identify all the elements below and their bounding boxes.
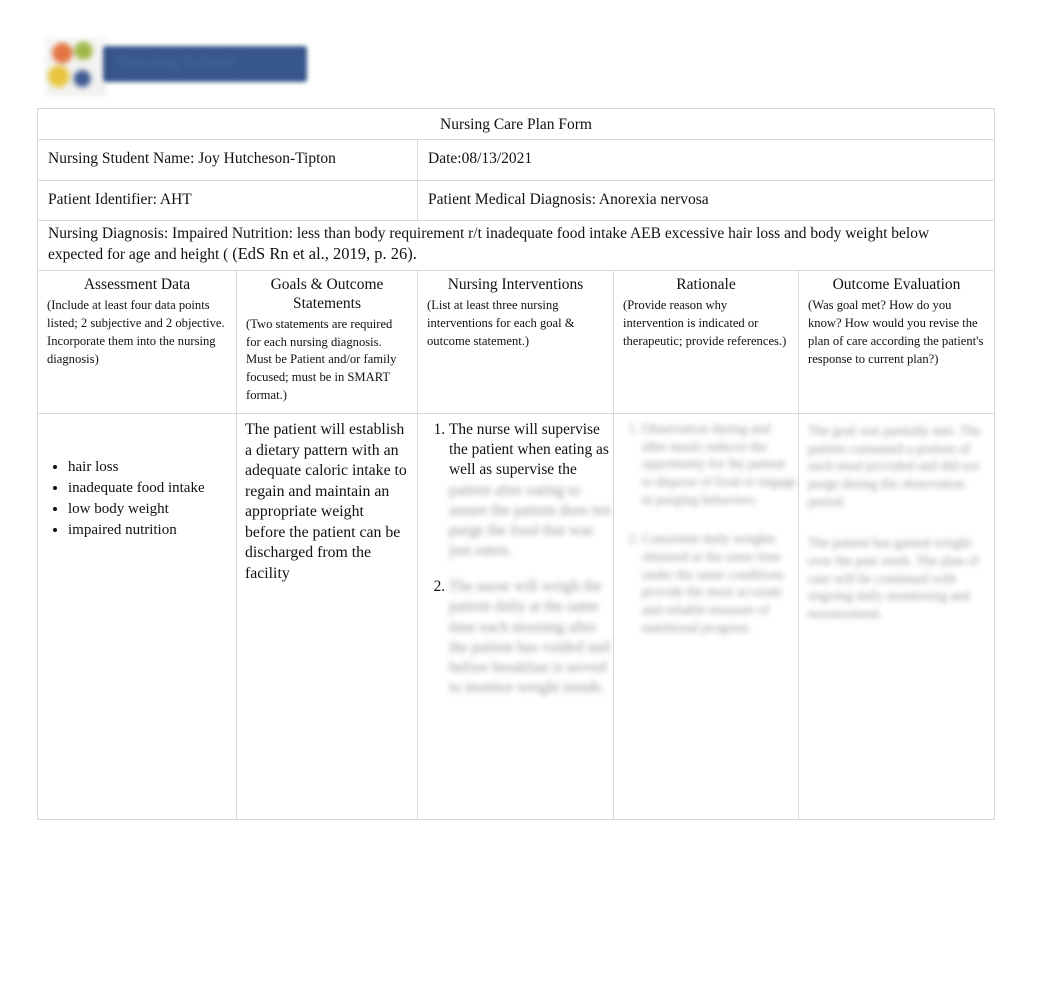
intervention-1-redacted-text: patient after eating to assure the patie… xyxy=(449,481,612,560)
student-name-field: Nursing Student Name: Joy Hutcheson-Tipt… xyxy=(48,150,336,168)
column-header-goals: Goals & Outcome Statements xyxy=(270,276,384,313)
header-cell-assessment: Assessment Data (Include at least four d… xyxy=(37,270,237,415)
list-item: The nurse will supervise the patient whe… xyxy=(449,420,613,561)
intervention-1-visible-text: The nurse will supervise the patient whe… xyxy=(449,421,609,479)
logo-wordmark: Nursing School xyxy=(117,52,235,71)
nursing-diagnosis-citation: (EdS Rn et al., 2019, p. 26). xyxy=(232,243,417,263)
assessment-data-list: hair loss inadequate food intake low bod… xyxy=(38,458,236,541)
header-cell-outcome: Outcome Evaluation (Was goal met? How do… xyxy=(797,270,996,415)
table-row-column-headers: Assessment Data (Include at least four d… xyxy=(37,270,996,415)
nursing-care-plan-document: Nursing Care Plan Form Nursing Student N… xyxy=(36,107,996,821)
list-item: low body weight xyxy=(68,500,236,520)
header-cell-goals: Goals & Outcome Statements (Two statemen… xyxy=(236,270,418,415)
date-field: Date:08/13/2021 xyxy=(428,150,533,168)
outcome-evaluation-cell: The goal was partially met. The patient … xyxy=(797,413,996,821)
list-item: Consistent daily weights obtained at the… xyxy=(642,530,798,636)
medical-diagnosis-cell: Patient Medical Diagnosis: Anorexia nerv… xyxy=(416,179,996,221)
outcome-evaluation-content: The goal was partially met. The patient … xyxy=(799,414,994,623)
patient-identifier-field: Patient Identifier: AHT xyxy=(48,190,192,208)
column-instructions-assessment: (Include at least four data points liste… xyxy=(47,298,225,366)
goals-outcome-cell: The patient will establish a dietary pat… xyxy=(236,413,418,821)
page-title: Nursing Care Plan Form xyxy=(440,116,592,133)
nursing-diagnosis-body: Nursing Diagnosis: Impaired Nutrition: l… xyxy=(48,224,930,263)
column-header-interventions: Nursing Interventions xyxy=(447,276,584,294)
patient-identifier-cell: Patient Identifier: AHT xyxy=(37,179,418,221)
list-item: The nurse will weigh the patient daily a… xyxy=(449,577,613,698)
student-name-cell: Nursing Student Name: Joy Hutcheson-Tipt… xyxy=(37,139,418,181)
care-plan-table: Nursing Care Plan Form Nursing Student N… xyxy=(36,107,996,821)
assessment-data-cell: hair loss inadequate food intake low bod… xyxy=(37,413,237,821)
nursing-diagnosis-text: Nursing Diagnosis: Impaired Nutrition: l… xyxy=(38,221,994,271)
list-item: inadequate food intake xyxy=(68,479,236,499)
list-item: Observation during and after meals reduc… xyxy=(642,420,798,508)
column-header-assessment: Assessment Data xyxy=(83,276,191,294)
column-header-outcome: Outcome Evaluation xyxy=(832,276,961,294)
logo-mark-icon xyxy=(45,38,107,96)
nursing-interventions-list: The nurse will supervise the patient whe… xyxy=(418,420,613,698)
column-instructions-outcome: (Was goal met? How do you know? How woul… xyxy=(808,298,984,366)
goal-statement-1: The patient will establish a dietary pat… xyxy=(245,421,407,582)
rationale-cell: Observation during and after meals reduc… xyxy=(613,413,799,821)
column-instructions-goals: (Two statements are required for each nu… xyxy=(246,316,397,403)
list-item: hair loss xyxy=(68,458,236,478)
outcome-evaluation-2: The patient has gained weight over the p… xyxy=(808,535,979,622)
table-row-form-title: Nursing Care Plan Form xyxy=(36,107,996,141)
outcome-evaluation-1: The goal was partially met. The patient … xyxy=(808,423,981,509)
form-title-cell: Nursing Care Plan Form xyxy=(36,107,996,141)
list-item: impaired nutrition xyxy=(68,521,236,541)
medical-diagnosis-field: Patient Medical Diagnosis: Anorexia nerv… xyxy=(428,190,709,208)
rationale-list: Observation during and after meals reduc… xyxy=(614,420,798,636)
nursing-interventions-cell: The nurse will supervise the patient whe… xyxy=(417,413,614,821)
column-instructions-interventions: (List at least three nursing interventio… xyxy=(427,298,575,348)
header-cell-rationale: Rationale (Provide reason why interventi… xyxy=(613,270,799,415)
table-row-nursing-diagnosis: Nursing Diagnosis: Impaired Nutrition: l… xyxy=(36,219,996,272)
intervention-2-redacted-text: The nurse will weigh the patient daily a… xyxy=(449,578,610,697)
column-instructions-rationale: (Provide reason why intervention is indi… xyxy=(623,298,787,348)
nursing-diagnosis-cell: Nursing Diagnosis: Impaired Nutrition: l… xyxy=(36,219,996,272)
table-row-care-plan-content: hair loss inadequate food intake low bod… xyxy=(37,413,996,821)
header-cell-interventions: Nursing Interventions (List at least thr… xyxy=(417,270,614,415)
column-header-rationale: Rationale xyxy=(676,276,736,294)
table-row-student-date: Nursing Student Name: Joy Hutcheson-Tipt… xyxy=(37,139,996,181)
table-row-patient-info: Patient Identifier: AHT Patient Medical … xyxy=(37,179,996,221)
date-cell: Date:08/13/2021 xyxy=(416,139,996,181)
institution-logo: Nursing School xyxy=(45,38,307,96)
